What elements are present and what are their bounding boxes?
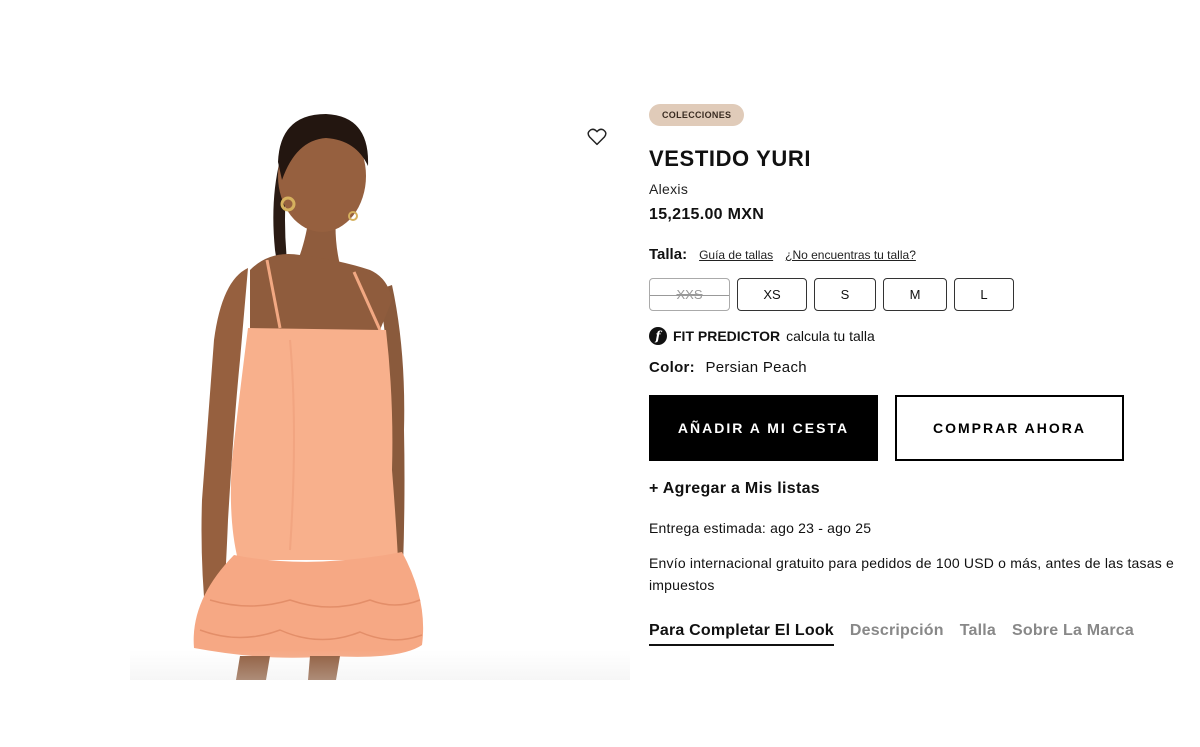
- size-guide-link[interactable]: Guía de tallas: [699, 248, 773, 262]
- fit-predictor[interactable]: f FIT PREDICTOR calcula tu talla: [649, 327, 1200, 345]
- size-option-xs[interactable]: XS: [737, 278, 807, 311]
- buy-now-button[interactable]: COMPRAR AHORA: [895, 395, 1124, 461]
- color-row: Color: Persian Peach: [649, 359, 1200, 376]
- add-to-lists-button[interactable]: + Agregar a Mis listas: [649, 480, 1200, 498]
- collection-badge[interactable]: COLECCIONES: [649, 104, 745, 126]
- tab-size[interactable]: Talla: [960, 622, 996, 646]
- shipping-info: Envío internacional gratuito para pedido…: [649, 555, 1174, 593]
- color-label: Color:: [649, 359, 695, 376]
- size-header: Talla: Guía de tallas ¿No encuentras tu …: [649, 246, 1200, 263]
- product-image[interactable]: [130, 100, 630, 680]
- tab-about-brand[interactable]: Sobre La Marca: [1012, 622, 1134, 646]
- purchase-actions: AÑADIR A MI CESTA COMPRAR AHORA: [649, 395, 1200, 461]
- tab-complete-the-look[interactable]: Para Completar El Look: [649, 622, 834, 646]
- product-tabs: Para Completar El Look Descripción Talla…: [649, 622, 1200, 646]
- fit-predictor-name: FIT PREDICTOR: [673, 328, 781, 344]
- color-value: Persian Peach: [705, 359, 807, 376]
- estimated-delivery: Entrega estimada: ago 23 - ago 25: [649, 520, 872, 536]
- product-info: COLECCIONES VESTIDO YURI Alexis 15,215.0…: [649, 104, 1200, 646]
- fit-predictor-icon: f: [649, 327, 667, 345]
- model-illustration: [193, 114, 424, 680]
- size-option-s[interactable]: S: [814, 278, 876, 311]
- product-title: VESTIDO YURI: [649, 146, 812, 171]
- product-price: 15,215.00 MXN: [649, 206, 765, 223]
- tab-description[interactable]: Descripción: [850, 622, 944, 646]
- size-options: XXS XS S M L: [649, 278, 1200, 311]
- size-missing-link[interactable]: ¿No encuentras tu talla?: [785, 248, 916, 262]
- size-option-l[interactable]: L: [954, 278, 1014, 311]
- heart-outline-icon[interactable]: [587, 128, 607, 146]
- size-option-xxs[interactable]: XXS: [649, 278, 730, 311]
- size-option-m[interactable]: M: [883, 278, 947, 311]
- fit-predictor-text: calcula tu talla: [786, 328, 875, 344]
- add-to-bag-button[interactable]: AÑADIR A MI CESTA: [649, 395, 878, 461]
- product-brand[interactable]: Alexis: [649, 181, 1200, 197]
- size-label: Talla:: [649, 246, 688, 263]
